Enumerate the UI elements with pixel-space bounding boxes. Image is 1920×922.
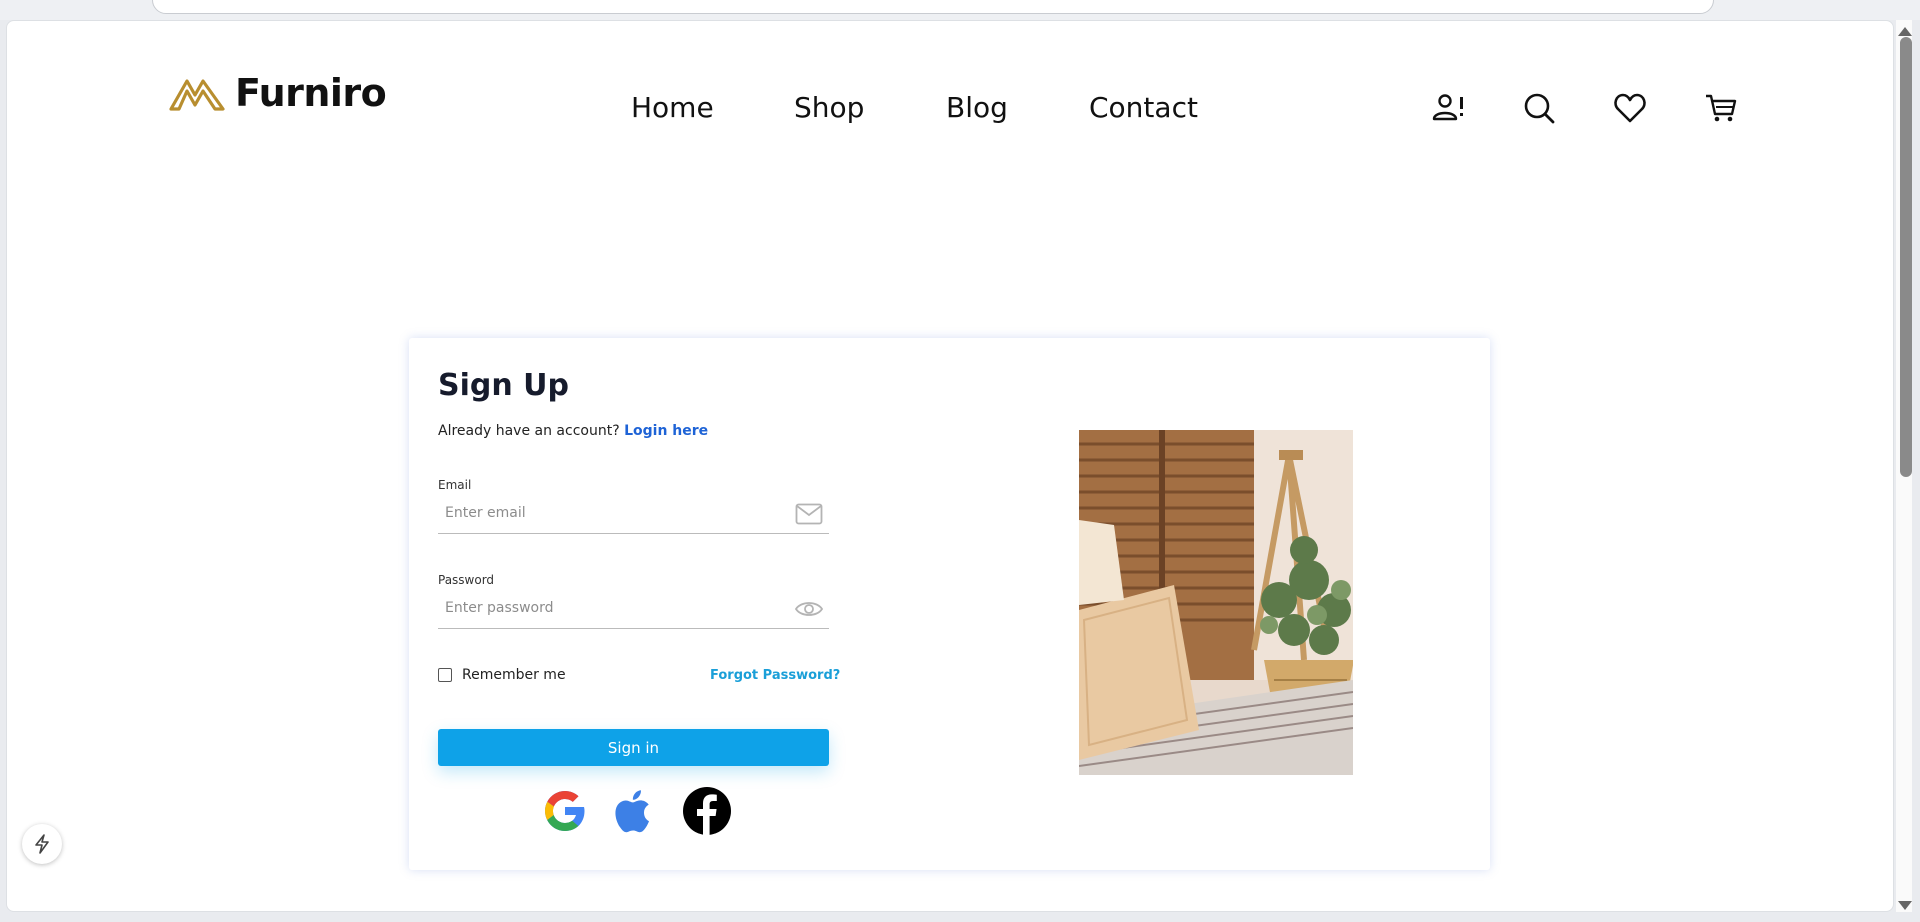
social-login — [540, 786, 732, 836]
nav-contact[interactable]: Contact — [1089, 91, 1198, 124]
envelope-icon — [795, 503, 823, 525]
search-icon[interactable] — [1522, 91, 1556, 125]
heart-icon[interactable] — [1613, 91, 1647, 125]
page-title: Sign Up — [438, 368, 570, 403]
apple-icon[interactable] — [611, 786, 661, 836]
nav-shop[interactable]: Shop — [794, 91, 946, 124]
user-alert-icon[interactable] — [1431, 91, 1465, 125]
page-viewport: Furniro Home Shop Blog Contact Sign Up A… — [6, 20, 1894, 912]
logo-icon — [169, 79, 225, 111]
email-field — [438, 494, 829, 534]
password-input[interactable] — [438, 589, 778, 627]
furniture-illustration — [1079, 430, 1353, 775]
address-bar[interactable] — [152, 0, 1714, 14]
email-input[interactable] — [438, 494, 778, 532]
brand-name: Furniro — [235, 71, 387, 115]
sign-in-button[interactable]: Sign in — [438, 729, 829, 766]
brand-logo[interactable]: Furniro — [169, 71, 387, 115]
already-text: Already have an account? — [438, 423, 620, 439]
remember-checkbox[interactable] — [438, 668, 452, 682]
cart-icon[interactable] — [1704, 91, 1738, 125]
login-prompt: Already have an account? Login here — [438, 423, 708, 439]
header-actions — [1431, 91, 1738, 125]
main-nav: Home Shop Blog Contact — [631, 91, 1198, 124]
password-field — [438, 589, 829, 629]
eye-icon[interactable] — [795, 597, 823, 621]
password-label: Password — [438, 573, 495, 587]
site-header: Furniro Home Shop Blog Contact — [7, 21, 1893, 157]
scroll-down-arrow[interactable] — [1898, 901, 1912, 910]
nav-blog[interactable]: Blog — [946, 91, 1089, 124]
scroll-up-arrow[interactable] — [1898, 27, 1912, 36]
facebook-icon[interactable] — [682, 786, 732, 836]
forgot-password-link[interactable]: Forgot Password? — [710, 668, 840, 683]
nav-home[interactable]: Home — [631, 91, 794, 124]
google-icon[interactable] — [540, 786, 590, 836]
remember-me: Remember me — [438, 667, 566, 683]
lightning-icon — [35, 834, 49, 854]
lightning-button[interactable] — [22, 824, 62, 864]
scroll-thumb[interactable] — [1900, 37, 1912, 477]
email-label: Email — [438, 478, 472, 492]
interior-photo — [1079, 430, 1353, 775]
signup-card: Sign Up Already have an account? Login h… — [409, 338, 1490, 870]
login-link[interactable]: Login here — [624, 423, 708, 439]
remember-label: Remember me — [462, 667, 566, 683]
browser-toolbar — [0, 0, 1920, 20]
vertical-scrollbar[interactable] — [1896, 20, 1912, 912]
